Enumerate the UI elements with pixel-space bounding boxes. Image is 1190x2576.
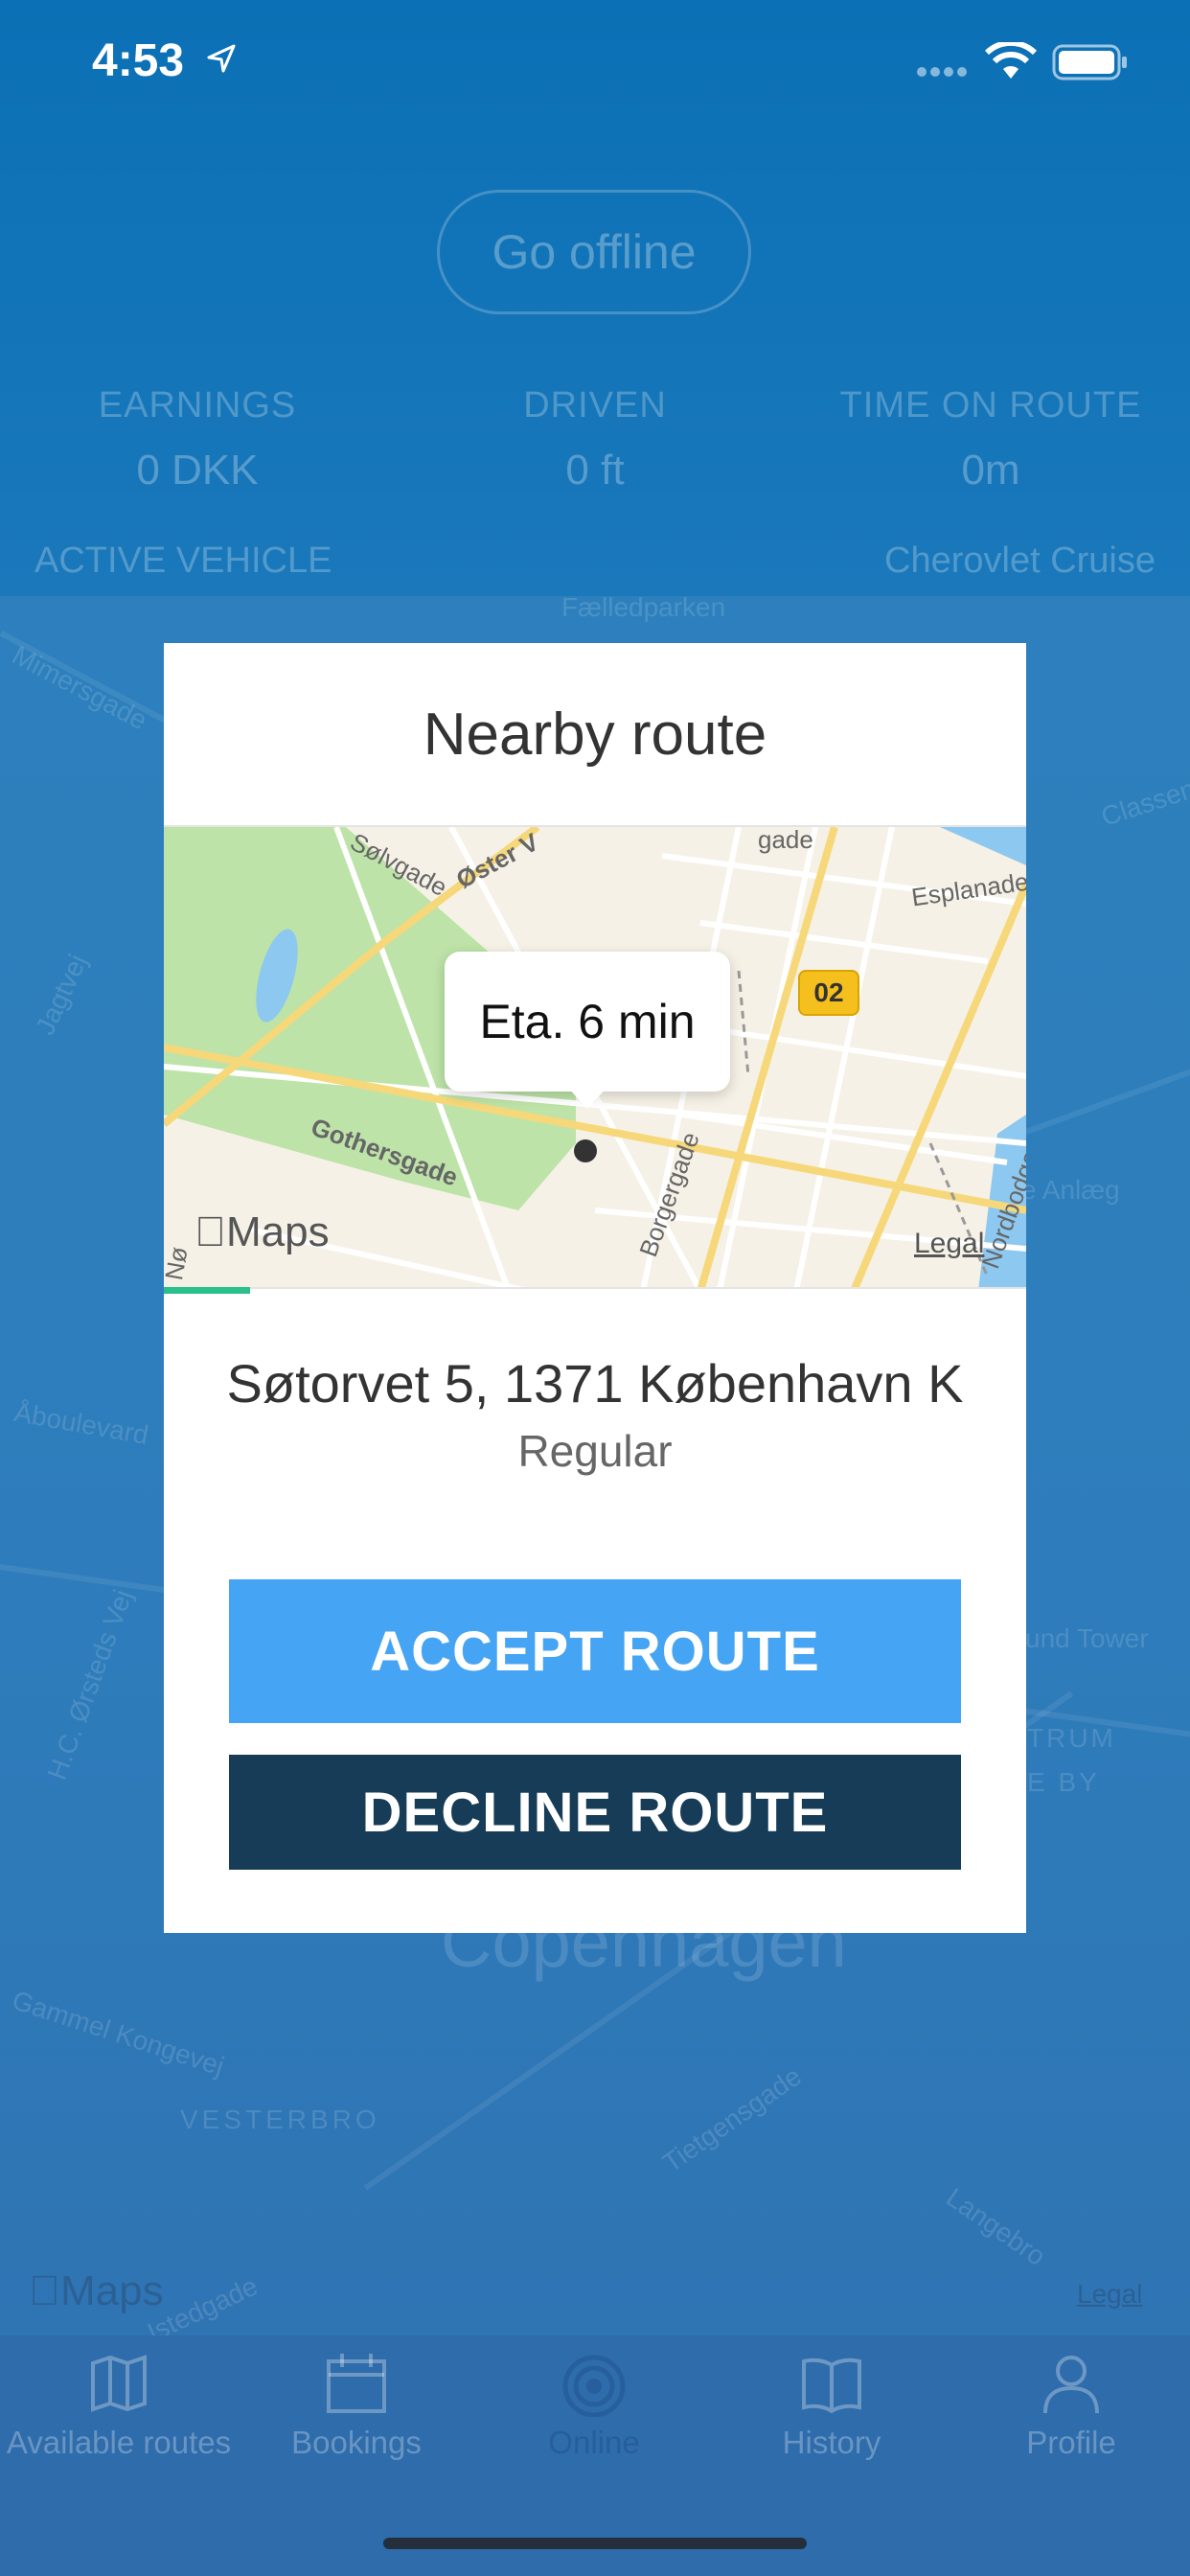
background-maps-logo: Maps — [29, 2267, 164, 2314]
tab-bookings[interactable]: Bookings — [238, 2350, 475, 2461]
book-icon — [802, 2358, 861, 2414]
dialog-title: Nearby route — [423, 701, 767, 768]
map-label-mimersgade: Mimersgade — [7, 639, 152, 736]
tab-label: Profile — [1026, 2425, 1116, 2460]
tab-online[interactable]: Online — [475, 2350, 713, 2461]
location-arrow-icon — [207, 44, 236, 73]
map-label-tietgensgade: Tietgensgade — [657, 2060, 808, 2178]
stat-time-label: TIME ON ROUTE — [839, 385, 1142, 426]
profile-icon — [1043, 2356, 1099, 2414]
map-label-jagtvej: Jagtvej — [30, 950, 93, 1040]
tab-profile[interactable]: Profile — [952, 2350, 1190, 2461]
status-time: 4:53 — [92, 35, 185, 86]
wifi-icon — [985, 42, 1037, 79]
decline-route-button[interactable]: DECLINE ROUTE — [229, 1755, 961, 1870]
countdown-progress — [164, 1287, 250, 1294]
eta-callout: Eta. 6 min — [445, 952, 730, 1092]
online-icon — [562, 2355, 626, 2417]
tab-history[interactable]: History — [713, 2350, 950, 2461]
accept-route-button[interactable]: ACCEPT ROUTE — [229, 1579, 961, 1723]
map-label-round-tower: und Tower — [1025, 1623, 1149, 1653]
battery-icon — [1052, 44, 1127, 80]
stat-time-value: 0m — [961, 447, 1020, 494]
eta-callout-pointer — [566, 1086, 608, 1109]
stat-earnings-value: 0 DKK — [136, 447, 259, 494]
location-pin[interactable] — [574, 1139, 597, 1162]
map-label-faelledparken: Fælledparken — [561, 596, 726, 622]
tab-label: Bookings — [291, 2425, 422, 2460]
map-label-orsteds: H.C. Ørsteds Vej — [41, 1585, 139, 1784]
map-icon — [91, 2355, 147, 2412]
stat-driven-value: 0 ft — [565, 447, 625, 494]
stat-earnings-label: EARNINGS — [98, 385, 297, 426]
vehicle-name[interactable]: Cherovlet Cruise — [884, 540, 1156, 582]
map-label-centrum: TRUM — [1027, 1723, 1116, 1753]
route-address: Søtorvet 5, 1371 København K — [226, 1353, 964, 1414]
route-map[interactable]: Sølvgade Øster V gade Esplanade Gothersg… — [164, 825, 1026, 1289]
map-label-gade: gade — [758, 825, 813, 854]
map-label-anlaeg: e Anlæg — [1021, 1175, 1120, 1205]
tab-label: Online — [548, 2425, 640, 2460]
active-vehicle-label: ACTIVE VEHICLE — [34, 540, 332, 581]
map-label-by: E BY — [1027, 1767, 1100, 1797]
signal-icon — [917, 67, 967, 77]
go-offline-button[interactable]: Go offline — [437, 190, 751, 314]
home-indicator[interactable] — [383, 2538, 807, 2549]
route-type: Regular — [517, 1426, 673, 1476]
map-label-langebro: Langebro — [941, 2181, 1051, 2272]
tab-label: History — [782, 2425, 881, 2460]
stat-driven-label: DRIVEN — [523, 385, 667, 426]
calendar-icon — [327, 2354, 386, 2413]
tab-available-routes[interactable]: Available routes — [0, 2350, 238, 2461]
map-legal-link[interactable]: Legal — [914, 1228, 984, 1260]
route-badge: 02 — [798, 970, 859, 1016]
map-label-classen: Classen — [1097, 773, 1190, 832]
map-label-aboulevard: Åboulevard — [11, 1396, 151, 1451]
maps-logo: Maps — [195, 1208, 330, 1255]
background-legal-link[interactable]: Legal — [1077, 2279, 1143, 2310]
nearby-route-dialog: Nearby route Sølvgade Øster V gade Espla… — [164, 643, 1026, 1933]
map-label-vesterbro: VESTERBRO — [180, 2104, 380, 2134]
tab-label: Available routes — [6, 2425, 232, 2460]
map-label-gammel-kongevej: Gammel Kongevej — [9, 1985, 228, 2082]
